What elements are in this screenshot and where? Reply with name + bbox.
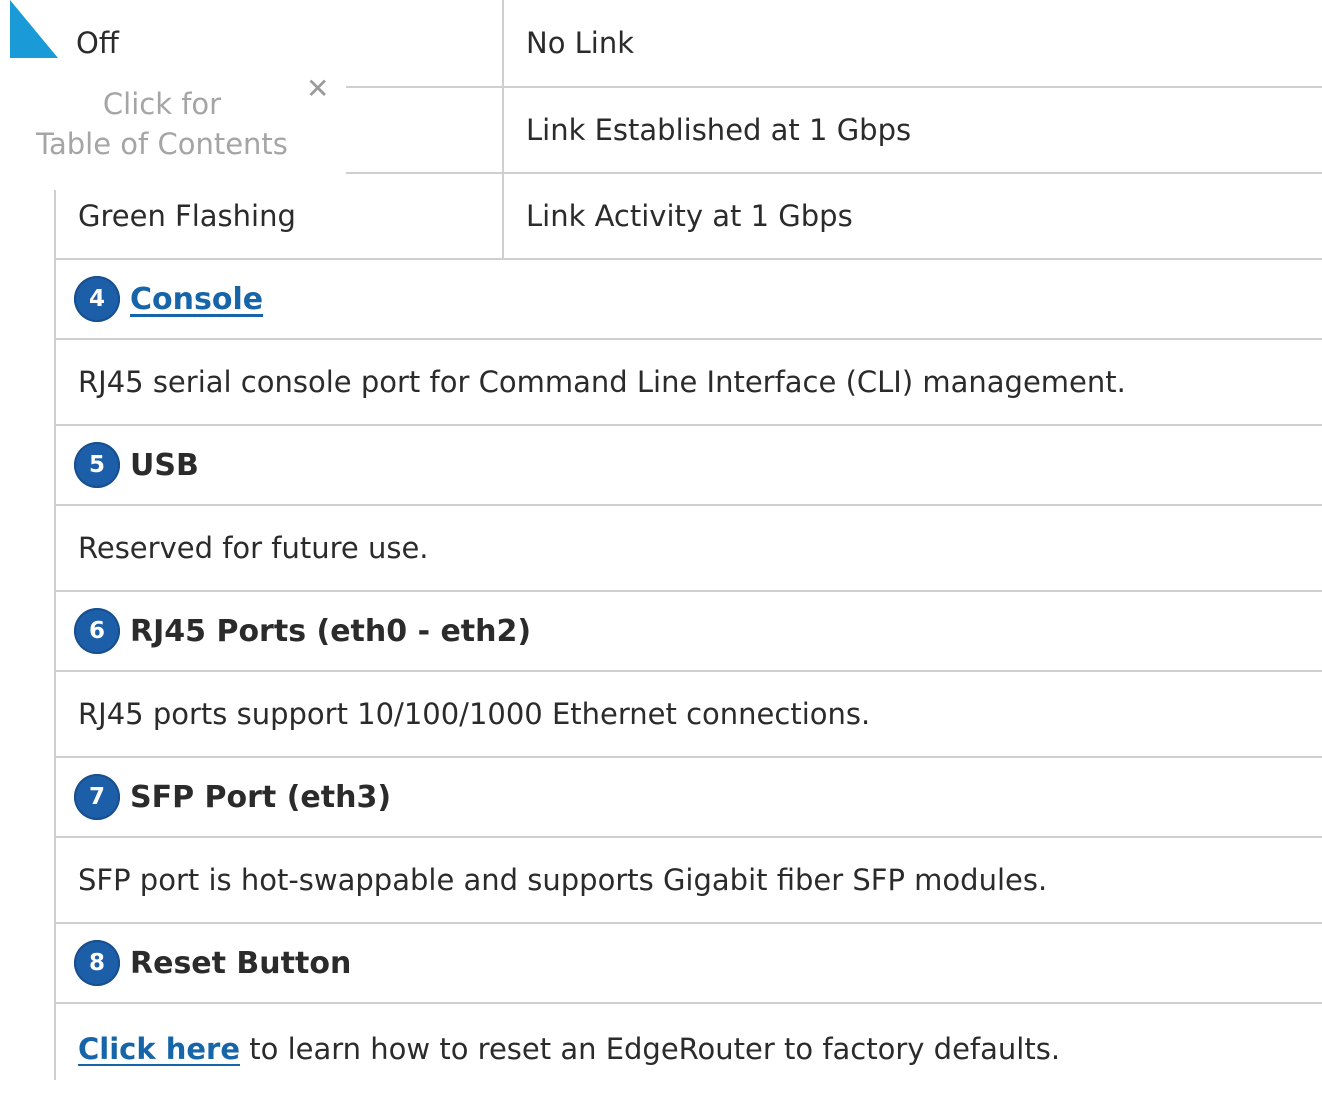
led-status-text: Link Activity at 1 Gbps: [526, 199, 853, 233]
number-badge: 6: [74, 608, 120, 654]
description-rest-text: to learn how to reset an EdgeRouter to f…: [240, 1032, 1061, 1066]
section-heading-console: 4 Console: [56, 260, 1322, 340]
console-link[interactable]: Console: [130, 282, 263, 317]
section-title: SFP Port (eth3): [130, 779, 392, 815]
section-heading-usb: 5 USB: [56, 426, 1322, 506]
led-state-text: Off: [76, 26, 119, 60]
number-badge: 4: [74, 276, 120, 322]
section-heading-rj45-ports: 6 RJ45 Ports (eth0 - eth2): [56, 592, 1322, 672]
section-title: USB: [130, 447, 199, 483]
toc-panel[interactable]: Click for Table of Contents ✕: [0, 0, 346, 190]
number-badge: 7: [74, 774, 120, 820]
description-text: Click here to learn how to reset an Edge…: [78, 1032, 1060, 1066]
reset-guide-link[interactable]: Click here: [78, 1032, 240, 1066]
section-description: SFP port is hot-swappable and supports G…: [56, 838, 1322, 924]
section-heading-reset-button: 8 Reset Button: [56, 924, 1322, 1004]
section-title: Reset Button: [130, 945, 352, 981]
section-description: RJ45 ports support 10/100/1000 Ethernet …: [56, 672, 1322, 758]
led-status-cell: No Link: [504, 0, 1322, 86]
description-text: RJ45 serial console port for Command Lin…: [78, 365, 1126, 399]
section-heading-sfp-port: 7 SFP Port (eth3): [56, 758, 1322, 838]
description-text: SFP port is hot-swappable and supports G…: [78, 863, 1048, 897]
led-status-text: No Link: [526, 26, 635, 60]
toc-corner-triangle-icon[interactable]: [10, 0, 58, 58]
section-title: RJ45 Ports (eth0 - eth2): [130, 613, 532, 649]
description-text: Reserved for future use.: [78, 531, 429, 565]
close-icon[interactable]: ✕: [306, 72, 329, 105]
led-status-cell: Link Established at 1 Gbps: [504, 88, 1322, 172]
toc-line1: Click for: [102, 87, 222, 121]
toc-button[interactable]: Click for Table of Contents: [22, 84, 302, 164]
toc-line2: Table of Contents: [36, 127, 288, 161]
number-badge: 5: [74, 442, 120, 488]
section-description: Click here to learn how to reset an Edge…: [56, 1004, 1322, 1094]
led-status-cell: Link Activity at 1 Gbps: [504, 174, 1322, 258]
description-text: RJ45 ports support 10/100/1000 Ethernet …: [78, 697, 871, 731]
led-state-text: Green Flashing: [78, 199, 296, 233]
number-badge: 8: [74, 940, 120, 986]
section-description: RJ45 serial console port for Command Lin…: [56, 340, 1322, 426]
led-status-text: Link Established at 1 Gbps: [526, 113, 912, 147]
section-description: Reserved for future use.: [56, 506, 1322, 592]
